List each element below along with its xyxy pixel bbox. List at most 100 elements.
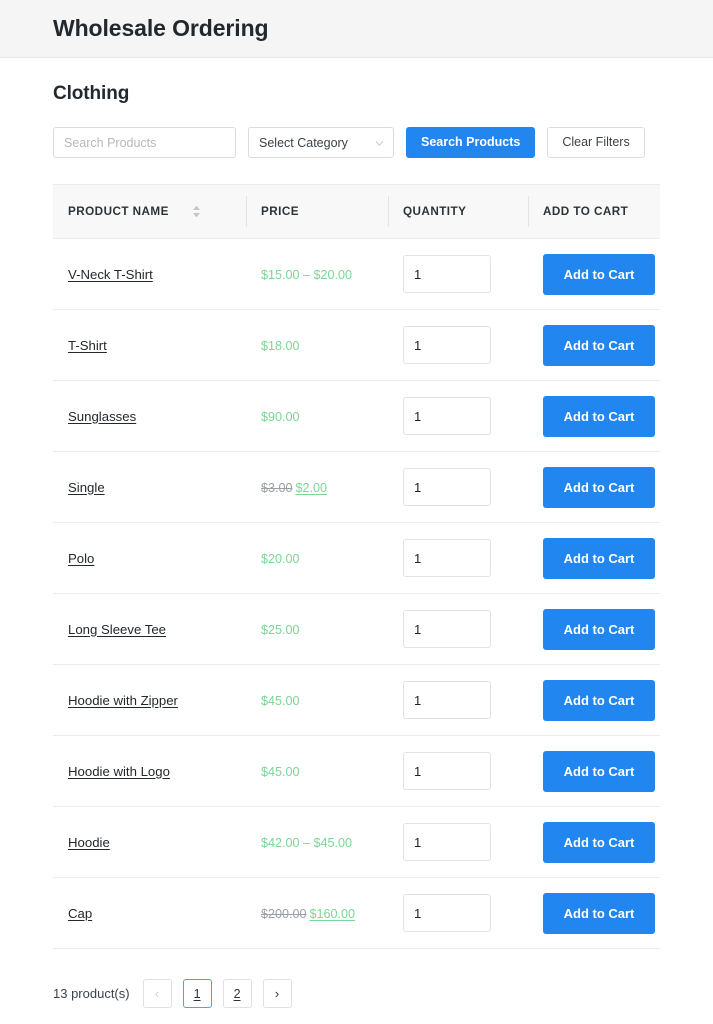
product-count-label: 13 product(s) [53,986,130,1001]
price-original: $200.00 [261,907,307,921]
cell-price: $18.00 [246,310,388,381]
products-table: PRODUCT NAME PRICE QUANTITY [53,184,660,949]
cell-product-name: Long Sleeve Tee [53,594,246,665]
column-header-quantity-label: QUANTITY [403,205,466,218]
cell-add-to-cart: Add to Cart [528,381,660,452]
add-to-cart-button[interactable]: Add to Cart [543,254,655,295]
product-name-link[interactable]: Cap [68,906,92,921]
quantity-input[interactable] [403,894,491,932]
quantity-input[interactable] [403,752,491,790]
cell-add-to-cart: Add to Cart [528,665,660,736]
cell-quantity [388,878,528,949]
add-to-cart-button[interactable]: Add to Cart [543,822,655,863]
pagination-prev-button[interactable]: ‹ [143,979,172,1008]
product-name-link[interactable]: Long Sleeve Tee [68,622,166,637]
product-name-link[interactable]: Sunglasses [68,409,136,424]
cell-price: $3.00$2.00 [246,452,388,523]
table-row: Single $3.00$2.00 Add to Cart [53,452,660,523]
product-name-link[interactable]: T-Shirt [68,338,107,353]
add-to-cart-button[interactable]: Add to Cart [543,893,655,934]
cell-quantity [388,452,528,523]
add-to-cart-button[interactable]: Add to Cart [543,467,655,508]
quantity-input[interactable] [403,468,491,506]
product-name-link[interactable]: Hoodie with Logo [68,764,170,779]
cell-price: $45.00 [246,665,388,736]
price-value: $18.00 [261,339,300,353]
cell-quantity [388,523,528,594]
column-header-product-name[interactable]: PRODUCT NAME [53,185,246,239]
quantity-input[interactable] [403,255,491,293]
table-row: Polo $20.00 Add to Cart [53,523,660,594]
cell-product-name: Cap [53,878,246,949]
pagination-page-2[interactable]: 2 [223,979,252,1008]
quantity-input[interactable] [403,326,491,364]
quantity-input[interactable] [403,610,491,648]
quantity-input[interactable] [403,539,491,577]
cell-quantity [388,239,528,310]
add-to-cart-button[interactable]: Add to Cart [543,396,655,437]
product-name-link[interactable]: Polo [68,551,94,566]
add-to-cart-button[interactable]: Add to Cart [543,325,655,366]
quantity-input[interactable] [403,823,491,861]
price-value: $15.00 – $20.00 [261,268,352,282]
category-select-wrapper: Select Category [248,127,394,158]
cell-quantity [388,381,528,452]
cell-price: $25.00 [246,594,388,665]
cell-product-name: Single [53,452,246,523]
pagination-next-button[interactable]: › [263,979,292,1008]
column-header-quantity: QUANTITY [388,185,528,239]
table-row: Hoodie with Logo$45.00Add to Cart [53,736,660,807]
table-row: V-Neck T-Shirt $15.00 – $20.00 Add to Cart [53,239,660,310]
page-header-bar: Wholesale Ordering [0,0,713,58]
price-value: $20.00 [261,552,300,566]
cell-add-to-cart: Add to Cart [528,736,660,807]
add-to-cart-button[interactable]: Add to Cart [543,538,655,579]
price-sale: $2.00 [296,481,328,495]
cell-product-name: V-Neck T-Shirt [53,239,246,310]
table-row: T-Shirt $18.00 Add to Cart [53,310,660,381]
cell-add-to-cart: Add to Cart [528,310,660,381]
product-name-link[interactable]: Hoodie [68,835,110,850]
cell-add-to-cart: Add to Cart [528,239,660,310]
add-to-cart-button[interactable]: Add to Cart [543,680,655,721]
cell-price: $42.00 – $45.00 [246,807,388,878]
price-value: $25.00 [261,623,300,637]
quantity-input[interactable] [403,397,491,435]
cell-quantity [388,310,528,381]
price-value: $45.00 [261,694,300,708]
cell-product-name: T-Shirt [53,310,246,381]
column-header-product-name-label: PRODUCT NAME [68,205,169,218]
clear-filters-button[interactable]: Clear Filters [547,127,644,158]
page-title: Wholesale Ordering [53,15,268,42]
product-name-link[interactable]: Hoodie with Zipper [68,693,178,708]
search-input[interactable] [53,127,236,158]
cell-price: $20.00 [246,523,388,594]
cell-price: $15.00 – $20.00 [246,239,388,310]
table-row: Hoodie with Zipper $45.00 Add to Cart [53,665,660,736]
column-header-price-label: PRICE [261,205,299,218]
search-products-button[interactable]: Search Products [406,127,535,158]
table-row: Sunglasses $90.00 Add to Cart [53,381,660,452]
products-table-head: PRODUCT NAME PRICE QUANTITY [53,185,660,239]
table-header-row: PRODUCT NAME PRICE QUANTITY [53,185,660,239]
cell-quantity [388,594,528,665]
quantity-input[interactable] [403,681,491,719]
cell-add-to-cart: Add to Cart [528,452,660,523]
product-filter-bar: Select Category Search Products Clear Fi… [53,127,660,158]
category-title: Clothing [53,83,660,105]
page-body: Clothing Select Category Search Products… [0,83,713,1008]
cell-add-to-cart: Add to Cart [528,523,660,594]
product-name-link[interactable]: Single [68,480,105,495]
add-to-cart-button[interactable]: Add to Cart [543,751,655,792]
product-name-link[interactable]: V-Neck T-Shirt [68,267,153,282]
cell-add-to-cart: Add to Cart [528,878,660,949]
price-original: $3.00 [261,481,293,495]
cell-price: $200.00$160.00 [246,878,388,949]
products-table-body: V-Neck T-Shirt $15.00 – $20.00 Add to Cart… [53,239,660,949]
category-select[interactable]: Select Category [248,127,394,158]
cell-price: $90.00 [246,381,388,452]
add-to-cart-button[interactable]: Add to Cart [543,609,655,650]
pagination-page-1[interactable]: 1 [183,979,212,1008]
cell-product-name: Polo [53,523,246,594]
sort-updown-icon[interactable] [192,205,201,218]
